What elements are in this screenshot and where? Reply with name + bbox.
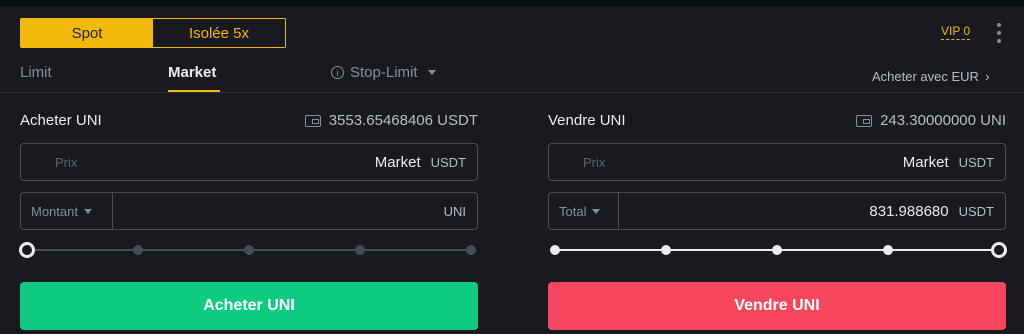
slider-stop-75[interactable] xyxy=(883,245,893,255)
sell-price-label: Prix xyxy=(583,154,606,170)
sell-button[interactable]: Vendre UNI xyxy=(548,282,1006,330)
sell-price-field[interactable]: Prix Market USDT xyxy=(548,143,1006,181)
buy-button[interactable]: Acheter UNI xyxy=(20,282,478,330)
sell-total-type-select[interactable]: Total xyxy=(549,193,619,229)
sell-total-input[interactable] xyxy=(619,202,959,220)
sell-price-unit: USDT xyxy=(958,154,994,170)
sell-balance: 243.30000000 UNI xyxy=(856,112,1006,129)
wallet-icon xyxy=(856,114,873,127)
slider-stop-50[interactable] xyxy=(244,245,254,255)
buy-amount-input[interactable] xyxy=(113,202,444,220)
buy-amount-field: Montant UNI xyxy=(20,192,478,230)
margin-mode-toggle: Spot Isolée 5x xyxy=(20,18,286,48)
trade-panel: Spot Isolée 5x VIP 0 Limit Market i Stop… xyxy=(0,4,1024,334)
sell-price-value: Market xyxy=(902,153,949,171)
wallet-icon xyxy=(304,114,321,127)
buy-with-eur-link[interactable]: Acheter avec EUR › xyxy=(872,68,990,84)
buy-price-value: Market xyxy=(374,153,421,171)
buy-price-unit: USDT xyxy=(430,154,466,170)
tabs-divider xyxy=(0,92,1024,93)
sell-form: Vendre UNI 243.30000000 UNI Prix Market … xyxy=(548,102,1007,330)
sell-percent-slider[interactable] xyxy=(548,242,1007,258)
sell-balance-value: 243.30000000 UNI xyxy=(880,112,1006,129)
chevron-down-icon xyxy=(592,208,601,214)
more-options-icon[interactable] xyxy=(995,23,1003,43)
sell-total-type-label: Total xyxy=(559,203,587,219)
chevron-down-icon xyxy=(427,70,436,75)
sell-total-unit: USDT xyxy=(958,203,994,219)
buy-amount-unit: UNI xyxy=(443,203,466,219)
sell-total-field: Total USDT xyxy=(548,192,1006,230)
slider-stop-50[interactable] xyxy=(772,245,782,255)
isolated-mode-button[interactable]: Isolée 5x xyxy=(153,19,285,47)
chevron-right-icon: › xyxy=(984,68,990,84)
buy-price-label: Prix xyxy=(55,154,78,170)
buy-percent-slider[interactable] xyxy=(19,242,478,258)
vip-level-link[interactable]: VIP 0 xyxy=(941,24,971,40)
slider-stop-0[interactable] xyxy=(550,245,560,255)
buy-balance: 3553.65468406 USDT xyxy=(304,112,478,129)
info-icon[interactable]: i xyxy=(331,66,344,79)
slider-stop-75[interactable] xyxy=(355,245,365,255)
chevron-down-icon xyxy=(83,208,92,214)
buy-with-eur-label: Acheter avec EUR xyxy=(872,68,979,84)
slider-stop-100[interactable] xyxy=(466,245,476,255)
tab-stop-limit-label: Stop-Limit xyxy=(350,64,418,81)
buy-title: Acheter UNI xyxy=(20,112,102,129)
buy-amount-type-select[interactable]: Montant xyxy=(21,193,113,229)
slider-stop-25[interactable] xyxy=(133,245,143,255)
tab-limit[interactable]: Limit xyxy=(20,64,52,81)
spot-mode-button[interactable]: Spot xyxy=(21,19,153,47)
slider-stop-25[interactable] xyxy=(661,245,671,255)
buy-price-field[interactable]: Prix Market USDT xyxy=(20,143,478,181)
slider-handle[interactable] xyxy=(19,242,35,258)
sell-title: Vendre UNI xyxy=(548,112,626,129)
tab-market[interactable]: Market xyxy=(168,64,216,81)
slider-handle[interactable] xyxy=(991,242,1007,258)
buy-amount-type-label: Montant xyxy=(31,203,78,219)
tab-stop-limit[interactable]: i Stop-Limit xyxy=(331,64,436,81)
buy-balance-value: 3553.65468406 USDT xyxy=(328,112,478,129)
buy-form: Acheter UNI 3553.65468406 USDT Prix Mark… xyxy=(19,102,478,330)
